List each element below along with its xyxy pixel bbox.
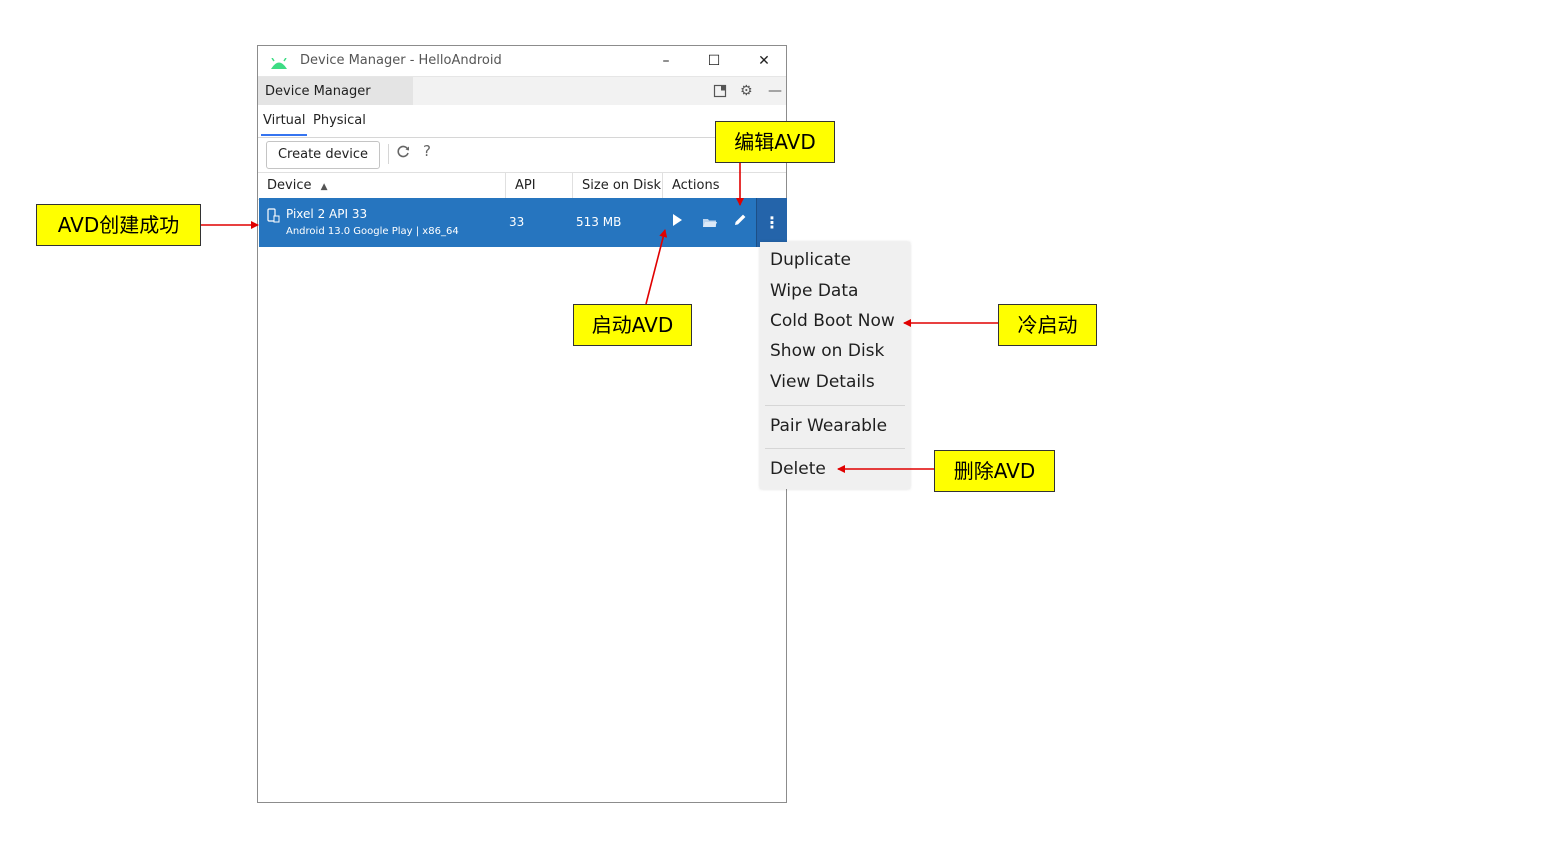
callout-cold-boot: 冷启动 [998,304,1097,346]
callout-created: AVD创建成功 [36,204,201,246]
callout-launch: 启动AVD [573,304,692,346]
callout-edit: 编辑AVD [715,121,835,163]
arrow-launch [645,229,668,305]
callout-delete: 删除AVD [934,450,1055,492]
